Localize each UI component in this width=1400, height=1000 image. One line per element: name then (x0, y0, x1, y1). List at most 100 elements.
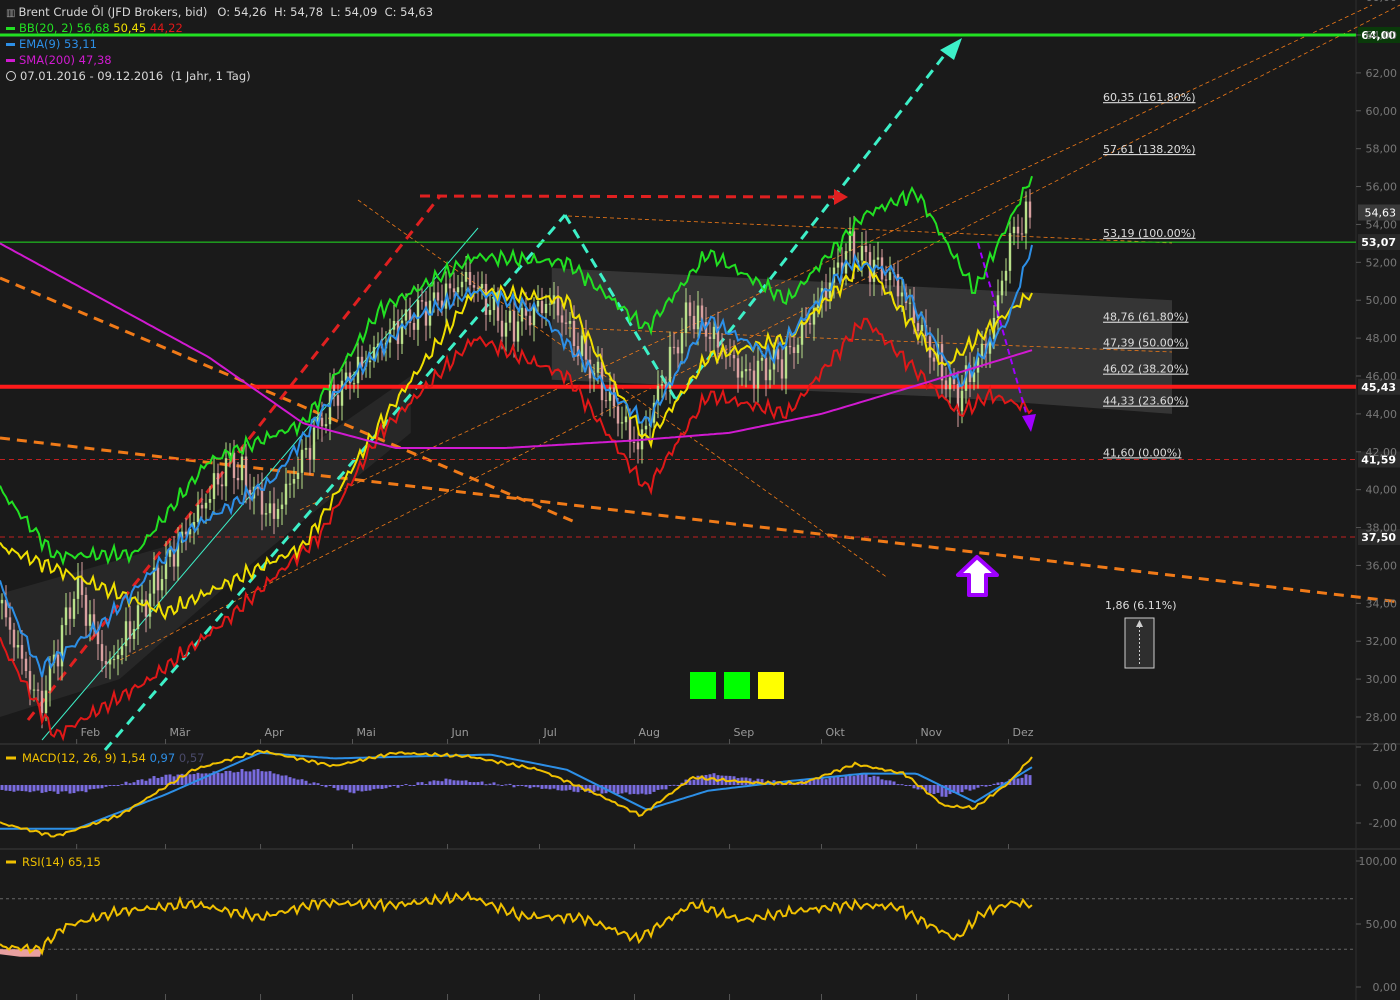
macd-histogram-bar (540, 785, 544, 789)
candle-body (104, 661, 108, 665)
macd-histogram-bar (388, 785, 392, 787)
candle-body (1004, 270, 1008, 281)
candle-body (448, 283, 452, 289)
candle-body (204, 502, 208, 509)
macd-title: MACD(12, 26, 9) (22, 751, 120, 765)
macd-histogram-bar (896, 784, 900, 786)
macd-histogram-bar (380, 785, 384, 789)
legend-ema[interactable]: EMA(9) 53,11 (6, 37, 97, 51)
y-tick-label: 30,00 (1366, 673, 1398, 686)
macd-histogram-bar (164, 774, 168, 785)
candle-body (604, 400, 608, 402)
macd-histogram-bar (268, 771, 272, 785)
macd-histogram-bar (328, 785, 332, 786)
candle-body (540, 301, 544, 314)
macd-histogram-bar (988, 784, 992, 786)
macd-histogram-bar (548, 785, 552, 790)
candle-body (740, 371, 744, 378)
candle-body (240, 456, 244, 481)
bb-swatch-icon (6, 27, 15, 30)
macd-histogram-bar (348, 785, 352, 793)
macd-histogram-bar (300, 779, 304, 785)
macd-histogram-bar (16, 785, 20, 791)
macd-histogram-bar (48, 785, 52, 791)
candle-body (132, 629, 136, 639)
macd-histogram-bar (436, 780, 440, 785)
candle-body (512, 310, 516, 342)
macd-histogram-bar (452, 780, 456, 785)
level-label: 53,07 (1361, 236, 1396, 249)
candle-body (32, 689, 36, 691)
macd-histogram-bar (424, 783, 428, 785)
x-month-label: Okt (825, 726, 845, 739)
macd-histogram-bar (976, 785, 980, 788)
candle-body (580, 335, 584, 357)
candle-body (264, 513, 268, 515)
fib-label: 41,60 (0.00%) (1103, 446, 1182, 459)
candle-body (1008, 233, 1012, 271)
y-tick-label: 60,00 (1366, 105, 1398, 118)
candle-body (488, 310, 492, 315)
macd-histogram-bar (272, 773, 276, 785)
legend-sma[interactable]: SMA(200) 47,38 (6, 53, 112, 67)
macd-histogram-bar (892, 781, 896, 785)
fib-label: 46,02 (38.20%) (1103, 363, 1189, 376)
macd-histogram-bar (344, 785, 348, 791)
macd-histogram-bar (512, 785, 516, 788)
macd-histogram-bar (536, 785, 540, 788)
macd-histogram-bar (972, 785, 976, 790)
candle-body (108, 659, 112, 665)
macd-histogram-bar (116, 785, 120, 786)
macd-histogram-bar (828, 777, 832, 785)
candle-body (292, 478, 296, 484)
candle-body (420, 300, 424, 302)
bb-lower-value: 44,22 (149, 21, 183, 35)
candle-body (128, 621, 132, 639)
candle-body (312, 427, 316, 460)
macd-histogram-bar (376, 785, 380, 789)
macd-histogram-bar (60, 785, 64, 792)
macd-histogram-bar (696, 775, 700, 785)
bb-mid-value: 50,45 (113, 21, 147, 35)
macd-histogram-bar (552, 785, 556, 789)
macd-histogram-bar (528, 785, 532, 789)
macd-histogram-bar (980, 785, 984, 787)
candle-body (736, 358, 740, 378)
macd-histogram-bar (844, 775, 848, 785)
candle-body (500, 320, 504, 337)
macd-histogram-bar (912, 785, 916, 789)
candle-body (764, 357, 768, 381)
legend-range: 07.01.2016 - 09.12.2016 (1 Jahr, 1 Tag) (6, 69, 251, 83)
x-month-label: Mai (357, 726, 376, 739)
candle-body (860, 246, 864, 261)
macd-histogram-bar (36, 785, 40, 791)
candle-body (64, 607, 68, 626)
candle-body (196, 504, 200, 522)
macd-histogram-bar (544, 785, 548, 789)
y-tick-label: 58,00 (1366, 143, 1398, 156)
candle-body (636, 442, 640, 450)
macd-histogram-bar (112, 785, 116, 786)
candle-body (16, 645, 20, 648)
y-tick-label: 50,00 (1366, 294, 1398, 307)
y-tick-label: 46,00 (1366, 370, 1398, 383)
candle-body (1024, 201, 1028, 234)
candle-body (236, 477, 240, 481)
legend-bb[interactable]: BB(20, 2) 56,68 50,45 44,22 (6, 21, 183, 35)
candle-body (324, 424, 328, 427)
macd-histogram-bar (996, 782, 1000, 785)
measure-label: 1,86 (6.11%) (1105, 599, 1177, 612)
candle-body (768, 369, 772, 381)
candle-body (780, 359, 784, 379)
candle-body (460, 281, 464, 288)
macd-histogram-bar (672, 784, 676, 786)
macd-histogram-bar (504, 784, 508, 786)
macd-histogram-bar (472, 782, 476, 785)
candle-body (504, 322, 508, 337)
candle-body (352, 383, 356, 385)
candle-body (24, 658, 28, 672)
candle-body (308, 448, 312, 460)
candle-body (748, 369, 752, 371)
macd-histogram-bar (72, 785, 76, 794)
macd-histogram-bar (296, 779, 300, 785)
